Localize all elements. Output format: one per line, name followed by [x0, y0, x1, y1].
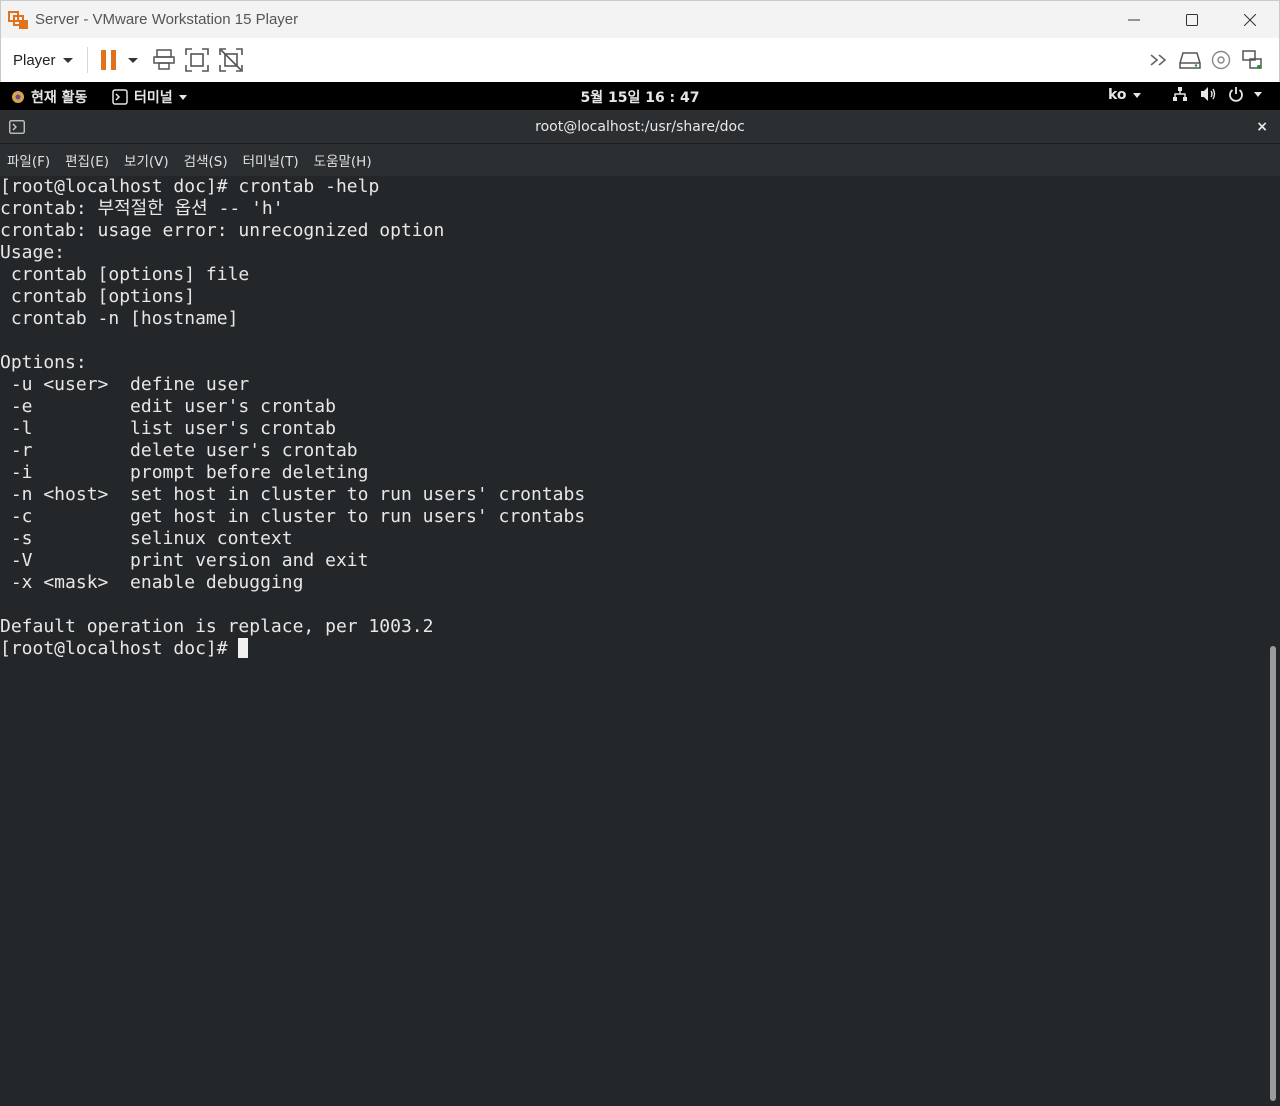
close-window-button[interactable]: [1221, 1, 1279, 39]
guest-display[interactable]: 현재 활동 터미널 5월 15일 16 : 47 ko root@localho…: [0, 82, 1280, 1106]
player-menu-label: Player: [13, 51, 56, 69]
terminal-output[interactable]: [root@localhost doc]# crontab -help cron…: [0, 176, 1266, 1106]
terminal-prompt-line[interactable]: [root@localhost doc]#: [0, 638, 1266, 660]
chevron-down-icon: [127, 57, 138, 63]
volume-icon: [1201, 87, 1216, 101]
window-title-bar[interactable]: Server - VMware Workstation 15 Player: [0, 0, 1280, 38]
activities-icon: [12, 91, 24, 103]
terminal-prompt: [root@localhost doc]#: [0, 638, 239, 659]
input-language-label: ko: [1108, 87, 1127, 103]
terminal-line: -e edit user's crontab: [0, 396, 336, 417]
text-cursor: [238, 638, 249, 658]
toolbar-divider: [86, 47, 88, 73]
minimize-button[interactable]: [1105, 1, 1163, 39]
send-ctrl-alt-del-button[interactable]: [152, 44, 176, 76]
close-icon: [1244, 14, 1256, 26]
terminal-app-label: 터미널: [134, 90, 173, 106]
terminal-line: -n <host> set host in cluster to run use…: [0, 484, 586, 505]
pause-options-button[interactable]: [126, 44, 138, 76]
menu-terminal[interactable]: 터미널(T): [236, 150, 307, 170]
menu-search[interactable]: 검색(S): [177, 150, 236, 170]
cd-dvd-button[interactable]: [1211, 44, 1231, 76]
terminal-line: [root@localhost doc]# crontab -help: [0, 176, 380, 197]
terminal-menubar: 파일(F) 편집(E) 보기(V) 검색(S) 터미널(T) 도움말(H): [0, 144, 1280, 176]
cd-icon: [1211, 50, 1231, 70]
network-adapter-icon: [1242, 50, 1262, 69]
vmware-app-icon: [8, 10, 28, 29]
network-wired-icon: [1173, 87, 1187, 101]
activities-button[interactable]: 현재 활동: [10, 87, 87, 107]
terminal-line: crontab [options]: [0, 286, 196, 307]
terminal-line: -s selinux context: [0, 528, 293, 549]
menu-help[interactable]: 도움말(H): [307, 150, 380, 170]
chevron-down-icon: [1132, 92, 1141, 98]
terminal-close-button[interactable]: ×: [1256, 119, 1268, 135]
menu-view[interactable]: 보기(V): [117, 150, 177, 170]
terminal-line: crontab -n [hostname]: [0, 308, 239, 329]
full-screen-icon: [184, 48, 209, 72]
more-devices-button[interactable]: [1149, 44, 1169, 76]
hard-disk-button[interactable]: [1179, 44, 1201, 76]
network-adapter-button[interactable]: [1241, 44, 1263, 76]
chevron-down-icon: [178, 94, 187, 100]
window-title: Server - VMware Workstation 15 Player: [35, 11, 299, 28]
terminal-line: -x <mask> enable debugging: [0, 572, 304, 593]
terminal-line: -u <user> define user: [0, 374, 250, 395]
terminal-app-menu[interactable]: 터미널: [112, 87, 187, 107]
terminal-icon: [112, 89, 128, 105]
system-menu[interactable]: [1172, 86, 1262, 102]
terminal-line: Options:: [0, 352, 87, 373]
terminal-title: root@localhost:/usr/share/doc: [535, 119, 745, 135]
clock[interactable]: 5월 15일 16 : 47: [580, 90, 699, 106]
menu-edit[interactable]: 편집(E): [58, 150, 117, 170]
terminal-line: crontab: usage error: unrecognized optio…: [0, 220, 445, 241]
double-chevron-right-icon: [1150, 54, 1167, 66]
gnome-top-bar: 현재 활동 터미널 5월 15일 16 : 47 ko: [0, 82, 1280, 110]
unity-icon: [218, 48, 243, 72]
terminal-line: -V print version and exit: [0, 550, 369, 571]
terminal-line: -c get host in cluster to run users' cro…: [0, 506, 586, 527]
pause-button[interactable]: [100, 44, 118, 76]
input-language-menu[interactable]: ko: [1108, 87, 1141, 103]
terminal-line: crontab: 부적절한 옵션 -- 'h': [0, 198, 284, 219]
maximize-button[interactable]: [1163, 1, 1221, 39]
chevron-down-icon: [62, 57, 73, 63]
power-icon: [1229, 87, 1243, 102]
terminal-scrollbar[interactable]: [1266, 176, 1280, 1106]
maximize-icon: [1186, 14, 1198, 26]
ctrl-alt-del-icon: [152, 49, 175, 70]
terminal-header-bar[interactable]: root@localhost:/usr/share/doc ×: [0, 110, 1280, 144]
hard-disk-icon: [1179, 52, 1201, 69]
terminal-line: -i prompt before deleting: [0, 462, 369, 483]
chevron-down-icon: [1254, 91, 1262, 97]
terminal-line: -l list user's crontab: [0, 418, 336, 439]
unity-button[interactable]: [218, 44, 244, 76]
terminal-line: crontab [options] file: [0, 264, 250, 285]
pause-icon: [100, 50, 116, 70]
menu-file[interactable]: 파일(F): [0, 150, 58, 170]
player-menu-button[interactable]: Player: [13, 52, 73, 69]
terminal-line: Usage:: [0, 242, 66, 263]
vmware-toolbar: Player: [0, 38, 1280, 82]
terminal-line: -r delete user's crontab: [0, 440, 358, 461]
full-screen-button[interactable]: [184, 44, 210, 76]
terminal-line: Default operation is replace, per 1003.2: [0, 616, 434, 637]
activities-label: 현재 활동: [31, 90, 88, 106]
minimize-icon: [1128, 19, 1140, 21]
scrollbar-thumb[interactable]: [1270, 646, 1276, 1101]
